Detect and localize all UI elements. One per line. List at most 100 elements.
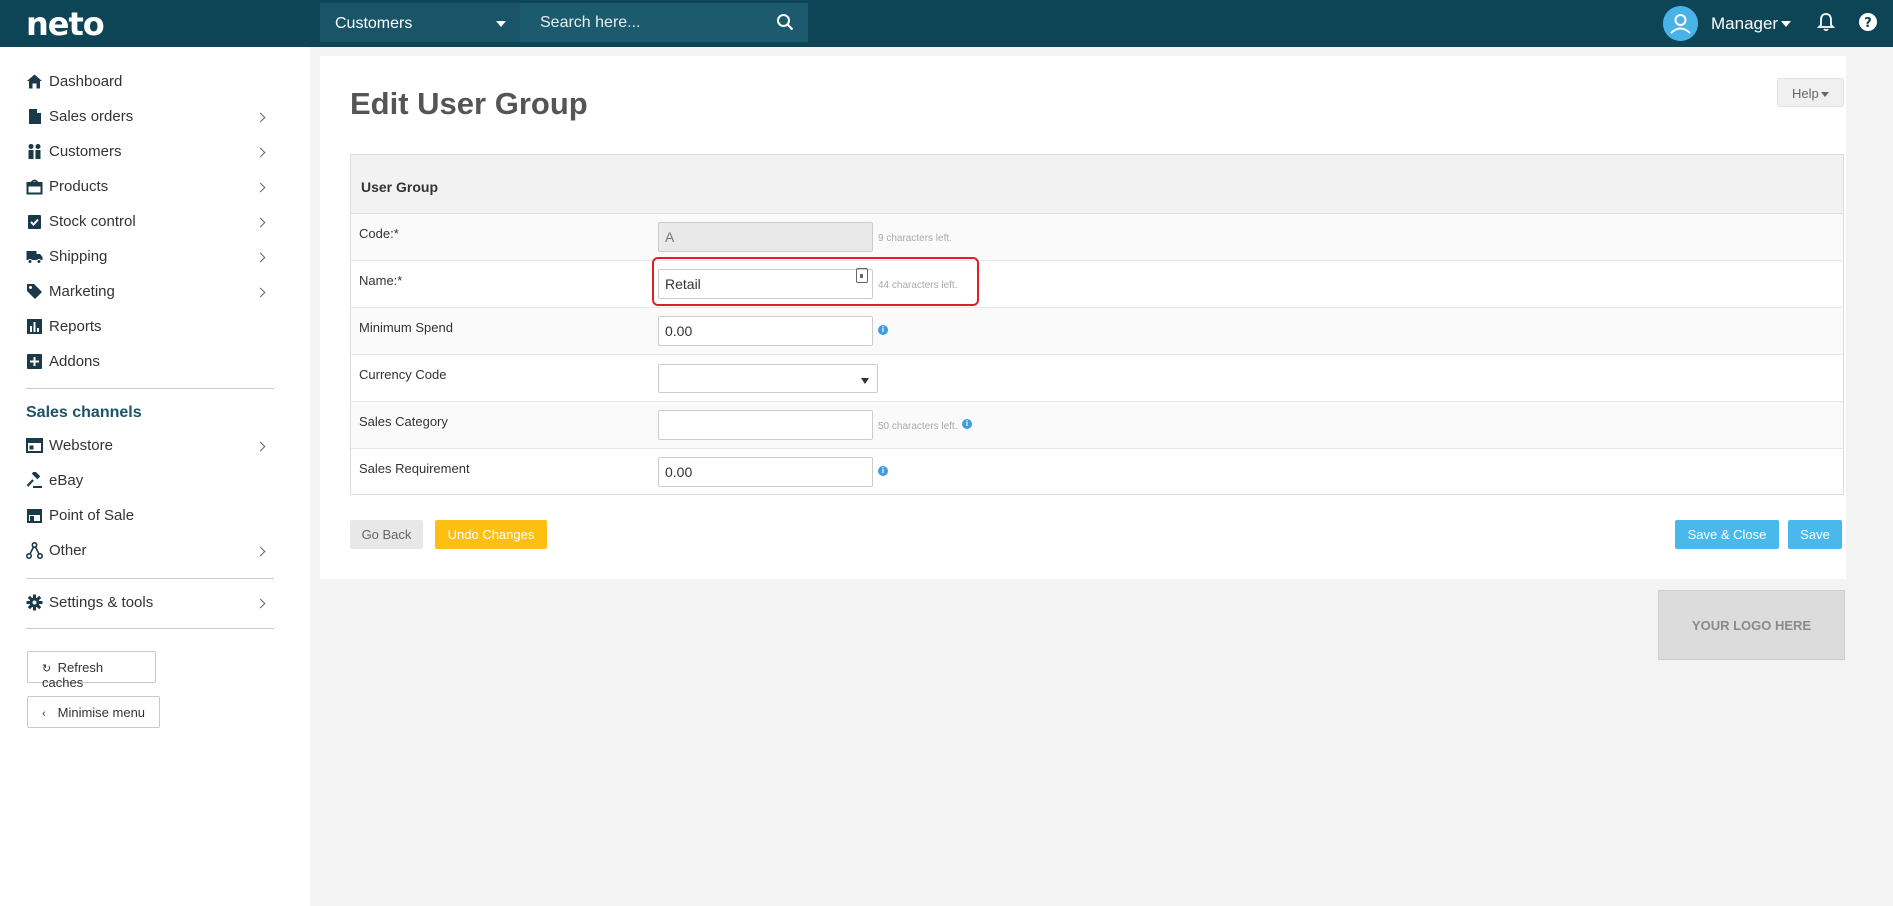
currency-code-label: Currency Code <box>359 367 447 382</box>
sidebar-item-label: Stock control <box>49 213 136 230</box>
refresh-icon: ↻ <box>42 663 52 675</box>
sidebar-item-sales-orders[interactable]: Sales orders <box>26 102 274 132</box>
chevron-down-icon <box>1821 92 1829 97</box>
search-scope-label: Customers <box>335 15 413 32</box>
sidebar-item-settings-tools[interactable]: Settings & tools <box>26 588 274 618</box>
chevron-right-icon <box>255 598 266 609</box>
sidebar-item-other[interactable]: Other <box>26 536 274 566</box>
go-back-button[interactable]: Go Back <box>350 520 423 549</box>
undo-changes-button[interactable]: Undo Changes <box>435 520 547 549</box>
chevron-right-icon <box>255 217 266 228</box>
form-row-sales-requirement: Sales Requirement i <box>351 449 1843 496</box>
bar-chart-icon <box>27 319 42 334</box>
lock-icon <box>856 268 868 283</box>
help-button[interactable]: Help <box>1777 78 1844 107</box>
user-menu[interactable]: Manager <box>1711 14 1778 34</box>
form-row-minimum-spend: Minimum Spend i <box>351 308 1843 355</box>
share-nodes-icon <box>26 542 43 559</box>
sidebar-item-label: Shipping <box>49 248 108 265</box>
sidebar-item-marketing[interactable]: Marketing <box>26 277 274 307</box>
browser-icon <box>26 438 43 453</box>
truck-icon <box>26 251 43 264</box>
chevron-down-icon <box>496 21 506 27</box>
info-icon[interactable]: i <box>878 466 888 476</box>
name-chars-left: 44 characters left. <box>878 280 958 291</box>
sidebar-item-label: eBay <box>49 472 84 489</box>
chevron-right-icon <box>255 287 266 298</box>
sidebar: Dashboard Sales orders Customers Product… <box>0 47 310 906</box>
sidebar-divider <box>26 628 274 629</box>
sales-requirement-field[interactable] <box>658 457 873 487</box>
sales-category-field[interactable] <box>658 410 873 440</box>
code-field <box>658 222 873 252</box>
sales-requirement-label: Sales Requirement <box>359 461 470 476</box>
refresh-caches-button[interactable]: ↻ Refresh caches <box>27 651 156 690</box>
form-row-currency-code: Currency Code <box>351 355 1843 402</box>
sidebar-item-webstore[interactable]: Webstore <box>26 431 274 461</box>
search-icon[interactable] <box>776 13 794 31</box>
sales-channels-heading: Sales channels <box>26 404 142 421</box>
sidebar-divider <box>26 578 274 579</box>
sales-category-label: Sales Category <box>359 414 448 429</box>
neto-logo[interactable]: neto <box>26 5 105 43</box>
sidebar-item-label: Customers <box>49 143 122 160</box>
sidebar-item-label: Settings & tools <box>49 594 154 611</box>
minimum-spend-label: Minimum Spend <box>359 320 453 335</box>
user-avatar-icon[interactable] <box>1663 6 1698 41</box>
minimise-menu-button[interactable]: ‹ Minimise menu <box>27 696 160 728</box>
clipboard-check-icon <box>28 215 41 229</box>
sidebar-item-label: Webstore <box>49 437 113 454</box>
sidebar-item-dashboard[interactable]: Dashboard <box>26 67 274 97</box>
svg-text:?: ? <box>1864 16 1872 31</box>
chevron-left-icon: ‹ <box>42 708 46 720</box>
chevron-right-icon <box>255 441 266 452</box>
sidebar-item-point-of-sale[interactable]: Point of Sale <box>26 501 274 531</box>
chevron-right-icon <box>255 182 266 193</box>
home-icon <box>27 74 42 89</box>
sidebar-item-products[interactable]: Products <box>26 172 274 202</box>
sidebar-item-stock-control[interactable]: Stock control <box>26 207 274 237</box>
box-icon <box>26 179 43 195</box>
search-scope-select[interactable]: Customers <box>320 3 520 42</box>
code-chars-left: 9 characters left. <box>878 233 952 244</box>
sidebar-item-customers[interactable]: Customers <box>26 137 274 167</box>
form-row-sales-category: Sales Category 50 characters left. i <box>351 402 1843 449</box>
sidebar-item-shipping[interactable]: Shipping <box>26 242 274 272</box>
store-icon <box>27 509 42 523</box>
sidebar-item-label: Marketing <box>49 283 115 300</box>
currency-code-select[interactable] <box>658 364 878 393</box>
sidebar-item-label: Products <box>49 178 109 195</box>
sidebar-item-ebay[interactable]: eBay <box>26 466 274 496</box>
name-label: Name:* <box>359 273 403 288</box>
info-icon[interactable]: i <box>878 325 888 335</box>
chevron-right-icon <box>255 546 266 557</box>
save-button[interactable]: Save <box>1788 520 1842 549</box>
document-icon <box>29 109 41 124</box>
search-input[interactable] <box>520 3 770 42</box>
save-and-close-button[interactable]: Save & Close <box>1675 520 1779 549</box>
code-label: Code:* <box>359 226 399 241</box>
chevron-right-icon <box>255 147 266 158</box>
info-icon[interactable]: i <box>962 419 972 429</box>
sidebar-item-addons[interactable]: Addons <box>26 347 274 377</box>
sidebar-item-reports[interactable]: Reports <box>26 312 274 342</box>
gavel-icon <box>26 472 42 488</box>
chevron-down-icon[interactable] <box>1781 21 1791 27</box>
chevron-down-icon <box>861 378 869 384</box>
form-row-code: Code:* 9 characters left. <box>351 214 1843 261</box>
minimum-spend-field[interactable] <box>658 316 873 346</box>
people-icon <box>28 144 41 159</box>
top-bar: neto Customers Manager ? <box>0 0 1893 47</box>
name-field[interactable] <box>658 269 873 299</box>
chevron-right-icon <box>255 112 266 123</box>
form-section-header: User Group <box>351 155 1843 214</box>
help-icon[interactable]: ? <box>1858 12 1878 32</box>
logo-placeholder: YOUR LOGO HERE <box>1658 590 1845 660</box>
bell-icon[interactable] <box>1817 12 1835 32</box>
user-group-form: User Group Code:* 9 characters left. Nam… <box>350 154 1844 495</box>
global-search: Customers <box>320 3 808 42</box>
sidebar-item-label: Dashboard <box>49 73 123 90</box>
sidebar-item-label: Addons <box>49 353 100 370</box>
logo-placeholder-text: YOUR LOGO HERE <box>1691 618 1812 633</box>
sidebar-divider <box>26 388 274 389</box>
